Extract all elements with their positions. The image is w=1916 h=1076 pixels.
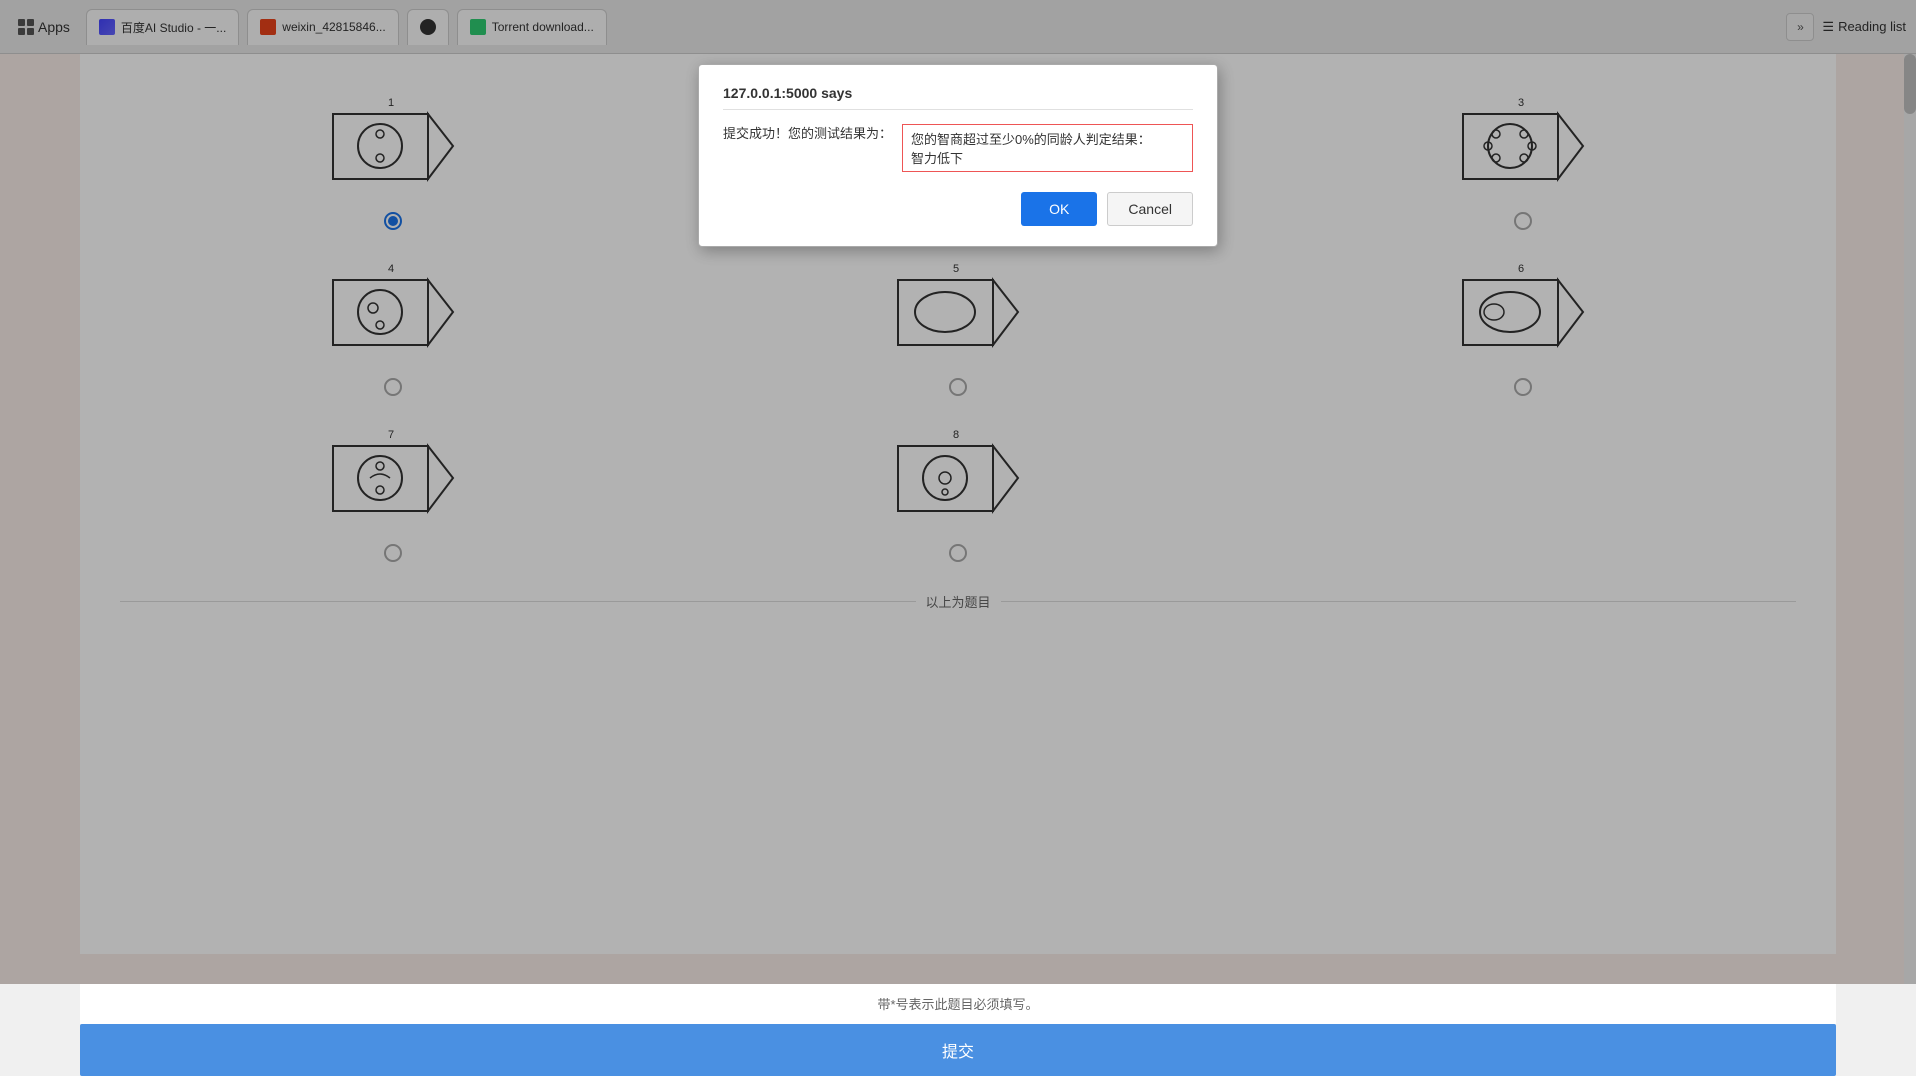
required-note-section: 带*号表示此题目必须填写。 <box>80 984 1836 1024</box>
dialog-overlay: 127.0.0.1:5000 says 提交成功！您的测试结果为： 您的智商超过… <box>0 0 1916 984</box>
required-note-text: 带*号表示此题目必须填写。 <box>877 997 1038 1012</box>
dialog-ok-button[interactable]: OK <box>1021 192 1097 226</box>
dialog-highlighted-text: 您的智商超过至少0%的同龄人判定结果： 智力低下 <box>902 124 1193 172</box>
dialog-prefix-text: 提交成功！您的测试结果为： <box>723 124 892 144</box>
submit-button[interactable]: 提交 <box>80 1024 1836 1076</box>
dialog-body: 提交成功！您的测试结果为： 您的智商超过至少0%的同龄人判定结果： 智力低下 <box>723 124 1193 172</box>
dialog-box: 127.0.0.1:5000 says 提交成功！您的测试结果为： 您的智商超过… <box>698 64 1218 247</box>
dialog-title: 127.0.0.1:5000 says <box>723 85 1193 110</box>
dialog-buttons: OK Cancel <box>723 192 1193 226</box>
dialog-cancel-button[interactable]: Cancel <box>1107 192 1193 226</box>
